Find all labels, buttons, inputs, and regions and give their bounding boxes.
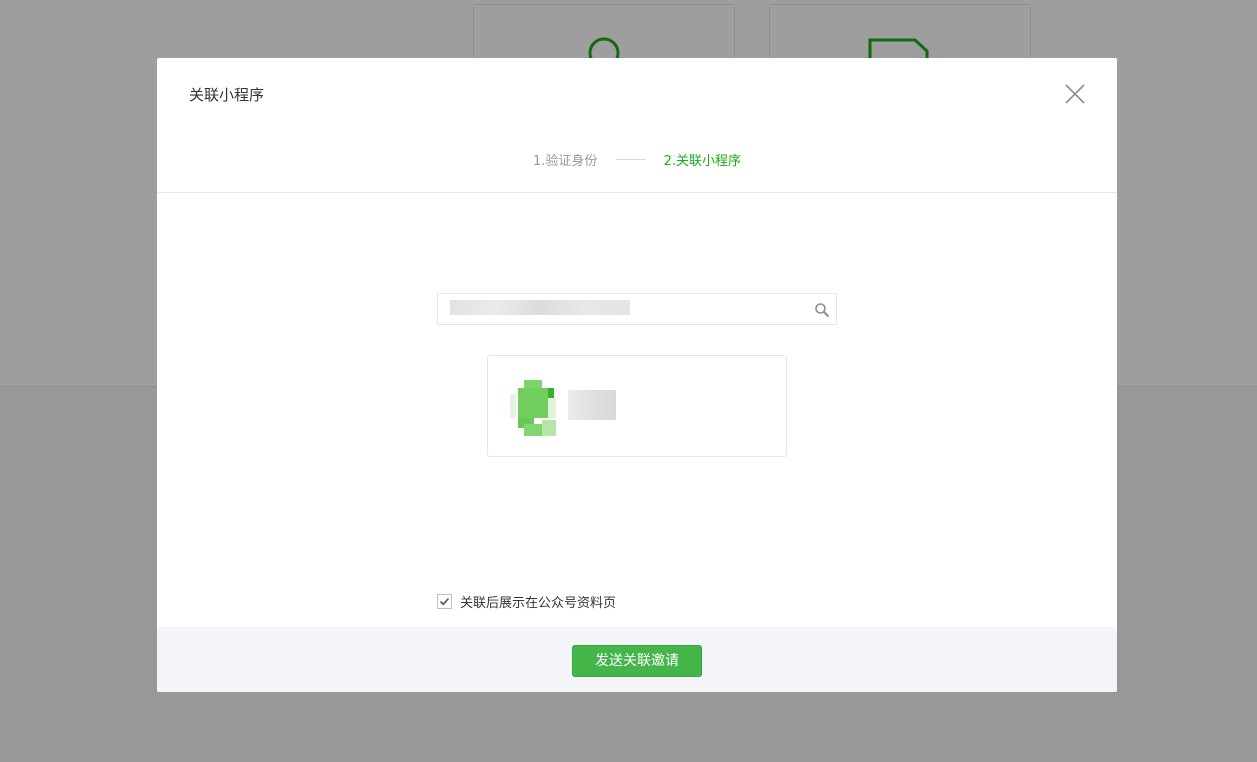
associate-mini-program-dialog: 关联小程序 1.验证身份 2.关联小程序 关联后展示在公众号资料页 发送关联邀请	[157, 58, 1117, 692]
show-on-profile-option[interactable]: 关联后展示在公众号资料页	[437, 592, 617, 611]
close-icon	[1065, 84, 1085, 104]
step-associate-mini-program: 2.关联小程序	[663, 154, 742, 169]
dialog-footer: 发送关联邀请	[157, 627, 1117, 692]
search-box[interactable]	[437, 293, 837, 325]
dialog-title: 关联小程序	[189, 86, 265, 104]
step-connector	[615, 159, 646, 160]
mini-program-avatar	[510, 380, 556, 436]
search-input[interactable]	[438, 294, 808, 324]
check-icon	[439, 597, 450, 605]
mini-program-result-card[interactable]	[487, 355, 787, 457]
show-on-profile-checkbox[interactable]	[437, 593, 452, 609]
header-divider	[157, 192, 1117, 193]
send-invitation-button[interactable]: 发送关联邀请	[572, 645, 702, 677]
mini-program-name-redacted	[568, 390, 616, 420]
close-button[interactable]	[1063, 82, 1087, 106]
step-verify-identity: 1.验证身份	[532, 154, 598, 169]
step-indicator: 1.验证身份 2.关联小程序	[157, 150, 1117, 169]
show-on-profile-label: 关联后展示在公众号资料页	[460, 595, 617, 611]
search-icon[interactable]	[814, 302, 830, 318]
